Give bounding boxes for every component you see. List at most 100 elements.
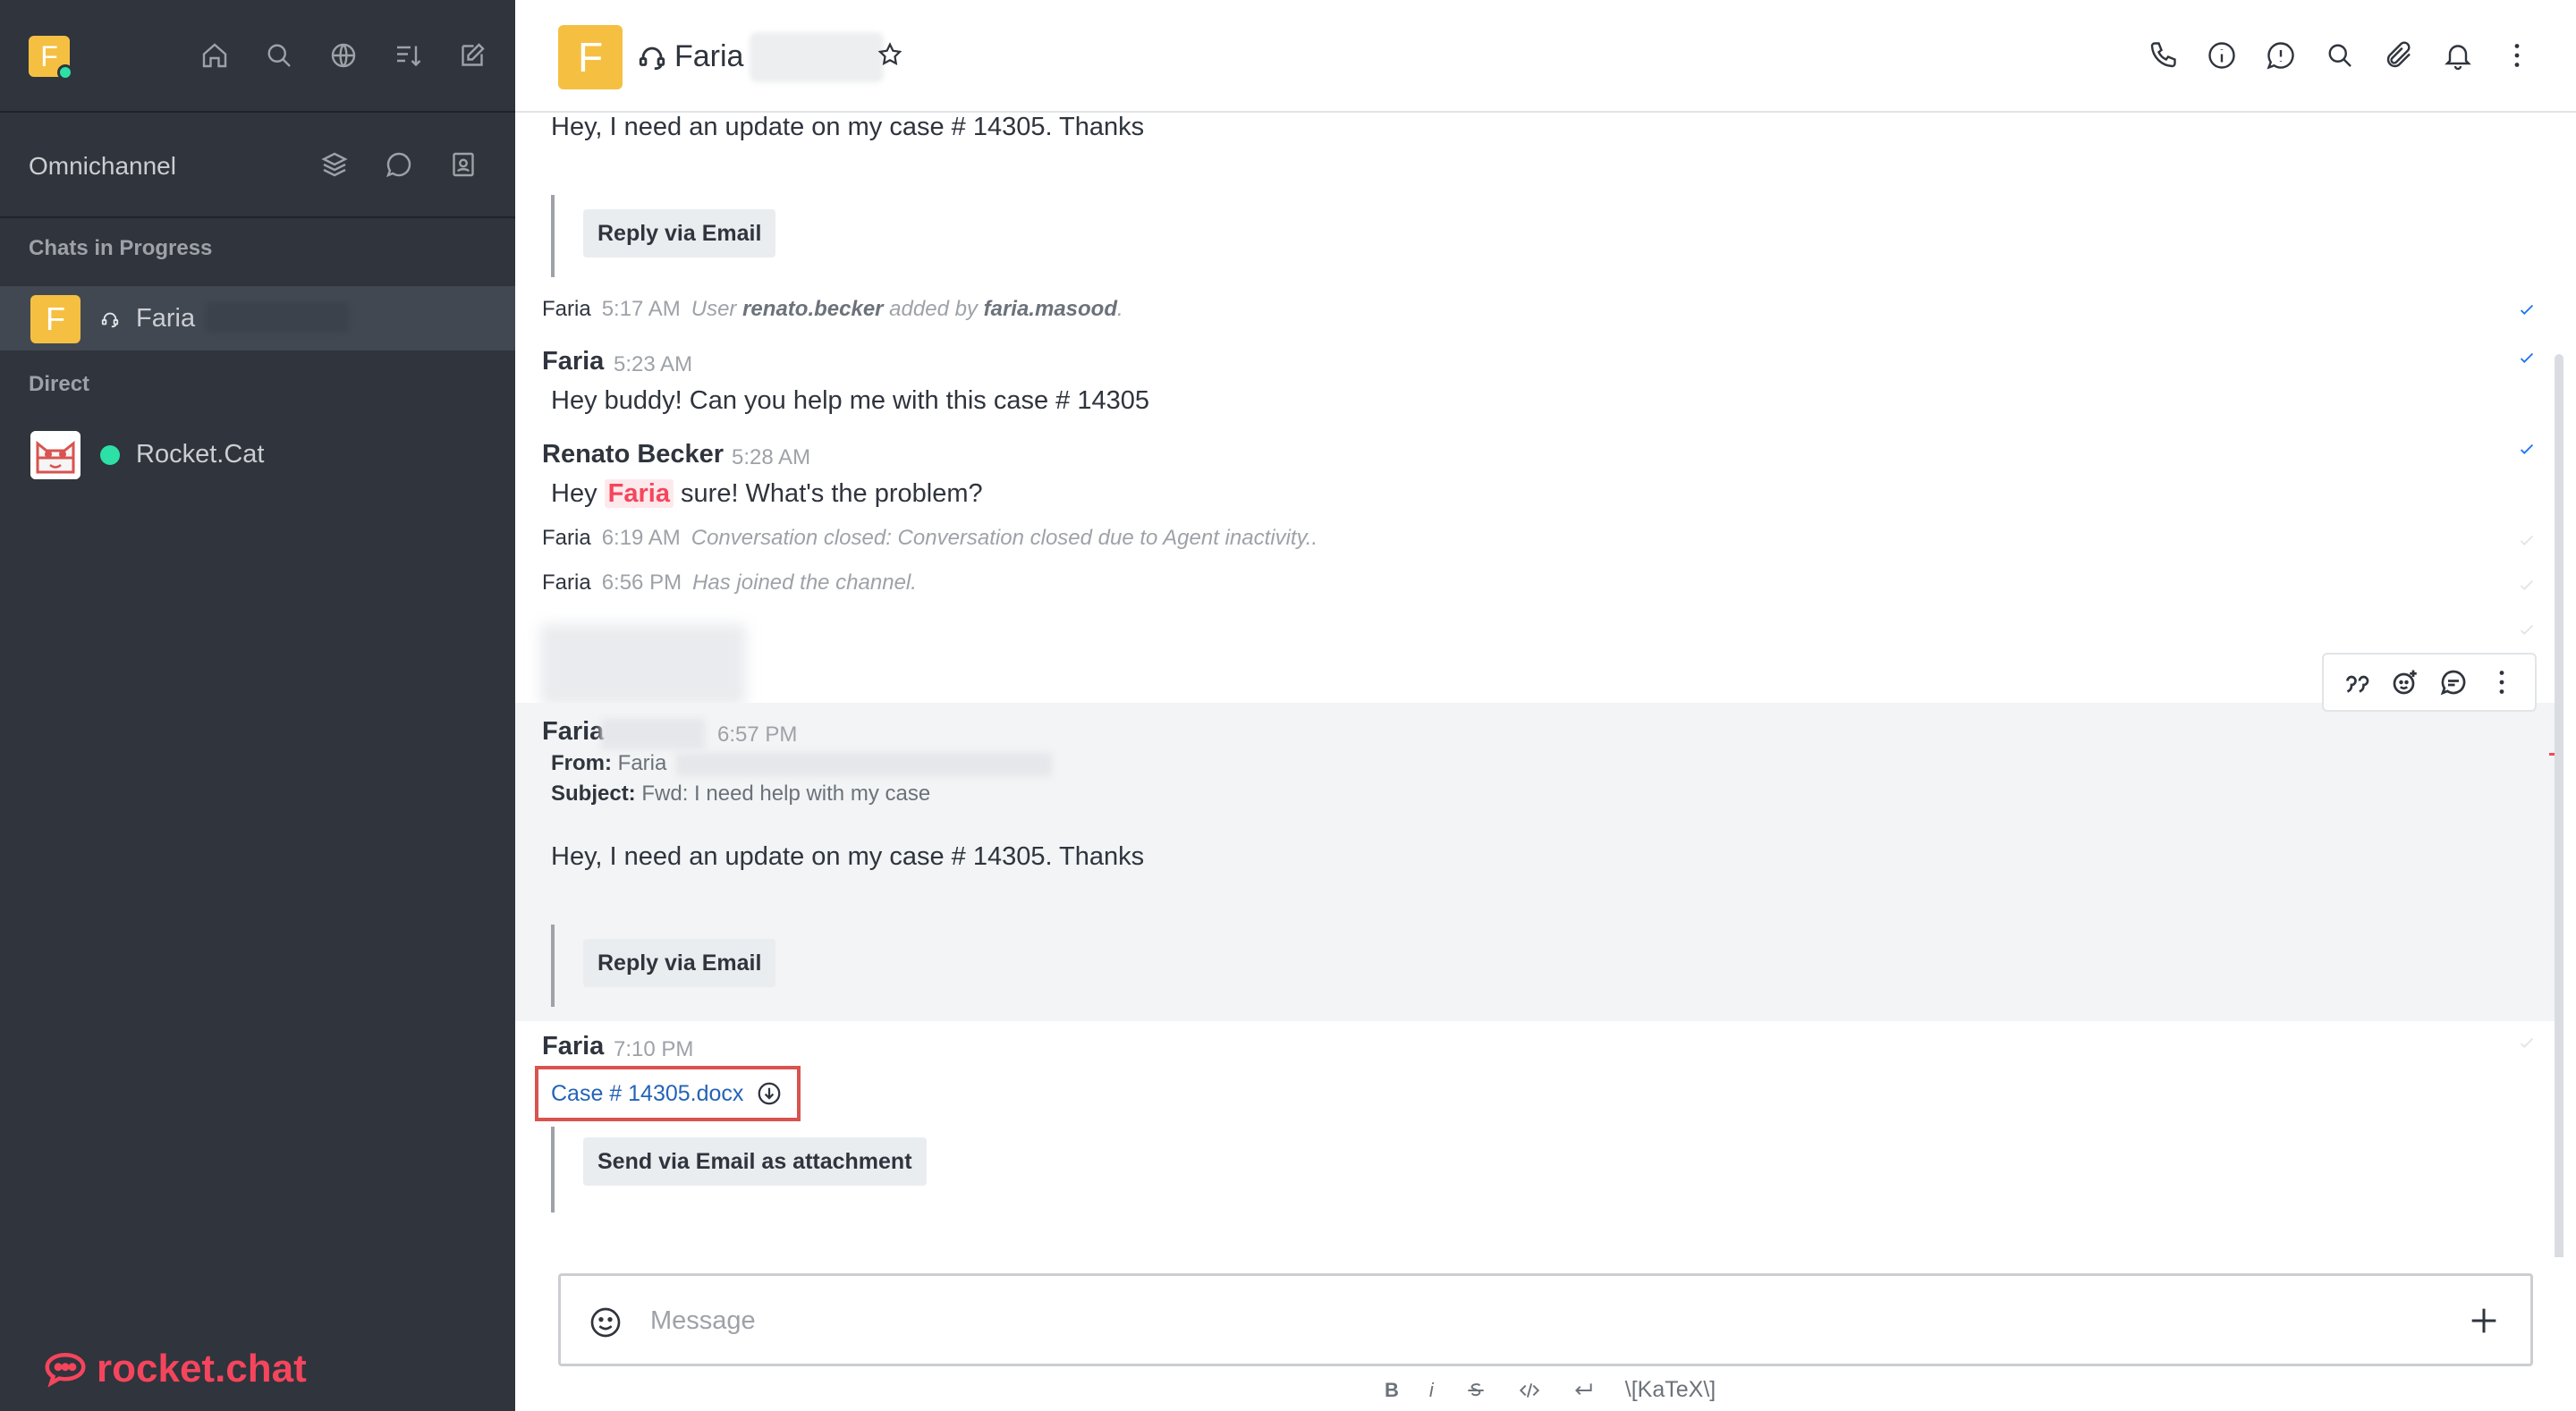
formatting-toolbar: B i \[KaTeX\] xyxy=(1385,1377,1716,1403)
omnichannel-headset-icon xyxy=(639,46,665,70)
directory-globe-icon[interactable] xyxy=(327,39,360,72)
chat-bubble-icon[interactable] xyxy=(383,148,415,181)
room-title-text: Faria xyxy=(674,39,744,73)
user-avatar[interactable]: F xyxy=(29,36,73,80)
sidebar: F Omnichannel Chats in Progress F Faria … xyxy=(0,0,515,1411)
omnichannel-headset-icon xyxy=(101,312,119,328)
rocket-cat-avatar xyxy=(30,431,80,479)
system-message: Faria 5:17 AM User renato.becker added by … xyxy=(542,297,1123,322)
code-icon[interactable] xyxy=(1518,1379,1541,1402)
status-online-dot xyxy=(100,445,120,465)
favorite-star-icon[interactable] xyxy=(877,41,903,68)
message-body: Hey, I need an update on my case # 14305… xyxy=(551,842,1145,871)
email-subject: Subject: Fwd: I need help with my case xyxy=(551,782,930,807)
room-header-avatar[interactable]: F xyxy=(558,25,623,89)
message-time: 5:23 AM xyxy=(614,352,693,376)
omnichannel-bar: Omnichannel xyxy=(0,113,515,218)
email-subject-value: Fwd: I need help with my case xyxy=(641,782,931,806)
message-time: 6:57 PM xyxy=(717,722,798,747)
room-title-redacted xyxy=(750,32,884,82)
italic-button[interactable]: i xyxy=(1429,1379,1434,1402)
app: F Omnichannel Chats in Progress F Faria … xyxy=(0,0,2576,1411)
scrollbar[interactable] xyxy=(2555,354,2563,1257)
rocket-chat-logo-icon xyxy=(45,1352,86,1388)
read-check-icon xyxy=(2520,444,2534,454)
email-from-redacted xyxy=(676,753,1052,776)
message-author[interactable]: Faria xyxy=(542,347,604,376)
create-new-icon[interactable] xyxy=(456,39,488,72)
system-text: Conversation closed: Conversation closed… xyxy=(691,526,1318,550)
multiline-enter-icon[interactable] xyxy=(1572,1379,1595,1402)
omnichannel-tools xyxy=(318,148,479,181)
sidebar-actions xyxy=(199,39,488,72)
queue-layers-icon[interactable] xyxy=(318,148,351,181)
cat-face-icon xyxy=(30,431,80,479)
katex-button[interactable]: \[KaTeX\] xyxy=(1625,1377,1716,1403)
bold-button[interactable]: B xyxy=(1385,1379,1399,1402)
send-via-email-attachment-button[interactable]: Send via Email as attachment xyxy=(583,1137,927,1186)
message-author[interactable]: Faria xyxy=(542,717,604,747)
check-icon xyxy=(2520,1037,2534,1048)
home-icon[interactable] xyxy=(199,39,231,72)
download-icon[interactable] xyxy=(756,1080,783,1107)
message-more-icon[interactable] xyxy=(2486,666,2518,698)
attachment-clip-icon[interactable] xyxy=(2383,39,2415,72)
alert-bubble-icon[interactable] xyxy=(2265,39,2297,72)
plus-icon[interactable] xyxy=(2466,1303,2502,1339)
read-check-icon xyxy=(2520,352,2534,363)
room-toolbar xyxy=(2147,39,2533,72)
system-message: Faria 6:19 AM Conversation closed: Convers… xyxy=(542,526,1318,551)
add-reaction-icon[interactable] xyxy=(2389,666,2421,698)
sort-icon[interactable] xyxy=(392,39,424,72)
notification-bell-icon[interactable] xyxy=(2442,39,2474,72)
mention-user[interactable]: renato.becker xyxy=(742,297,883,321)
emoji-icon[interactable] xyxy=(588,1305,623,1340)
room-name: Faria xyxy=(136,304,196,333)
message-body: Hey Faria sure! What's the problem? xyxy=(551,479,983,508)
kebab-menu-icon[interactable] xyxy=(2501,39,2533,72)
room-title[interactable]: Faria xyxy=(637,39,743,74)
system-message: Faria 6:56 PM Has joined the channel. xyxy=(542,570,917,596)
user-avatar-letter: F xyxy=(40,40,58,72)
message-author[interactable]: Faria xyxy=(542,1032,604,1061)
file-name[interactable]: Case # 14305.docx xyxy=(551,1081,743,1107)
check-icon xyxy=(2520,579,2534,590)
mention-highlight[interactable]: Faria xyxy=(604,479,674,508)
check-icon xyxy=(2520,624,2534,635)
system-time: 6:19 AM xyxy=(601,526,681,550)
system-text: Has joined the channel. xyxy=(692,570,917,595)
redacted-image xyxy=(540,624,746,706)
sidebar-room-faria[interactable]: F Faria xyxy=(0,286,515,351)
file-attachment-link[interactable]: Case # 14305.docx xyxy=(535,1066,801,1121)
message-time: 7:10 PM xyxy=(614,1037,694,1061)
rocket-chat-logo: rocket.chat xyxy=(41,1345,307,1393)
sidebar-room-rocket-cat[interactable]: Rocket.Cat xyxy=(0,422,515,486)
reply-via-email-button[interactable]: Reply via Email xyxy=(583,939,776,987)
system-author: Faria xyxy=(542,526,591,550)
email-subject-label: Subject: xyxy=(551,782,636,806)
system-author: Faria xyxy=(542,297,591,321)
strikethrough-icon[interactable] xyxy=(1464,1379,1487,1402)
message-list[interactable]: Hey, I need an update on my case # 14305… xyxy=(515,113,2563,1257)
phone-icon[interactable] xyxy=(2147,39,2179,72)
system-text: User renato.becker added by faria.masood… xyxy=(691,297,1123,321)
mention-by[interactable]: faria.masood xyxy=(984,297,1117,321)
omnichannel-label: Omnichannel xyxy=(29,152,176,180)
reply-in-thread-icon[interactable] xyxy=(2437,666,2470,698)
system-time: 6:56 PM xyxy=(601,570,682,595)
reply-via-email-button[interactable]: Reply via Email xyxy=(583,209,776,258)
message-input[interactable] xyxy=(650,1294,2350,1348)
logo-text: rocket.chat xyxy=(97,1347,307,1390)
message-composer xyxy=(558,1273,2533,1366)
search-icon[interactable] xyxy=(263,39,295,72)
info-icon[interactable] xyxy=(2206,39,2238,72)
quote-bar xyxy=(551,1127,555,1212)
message-body: Hey, I need an update on my case # 14305… xyxy=(551,113,1145,141)
search-messages-icon[interactable] xyxy=(2324,39,2356,72)
room-name-redacted xyxy=(206,302,349,333)
quote-icon[interactable] xyxy=(2341,666,2373,698)
room-avatar: F xyxy=(30,295,80,343)
message-author[interactable]: Renato Becker xyxy=(542,440,724,469)
quote-bar xyxy=(551,195,555,277)
contact-center-icon[interactable] xyxy=(447,148,479,181)
